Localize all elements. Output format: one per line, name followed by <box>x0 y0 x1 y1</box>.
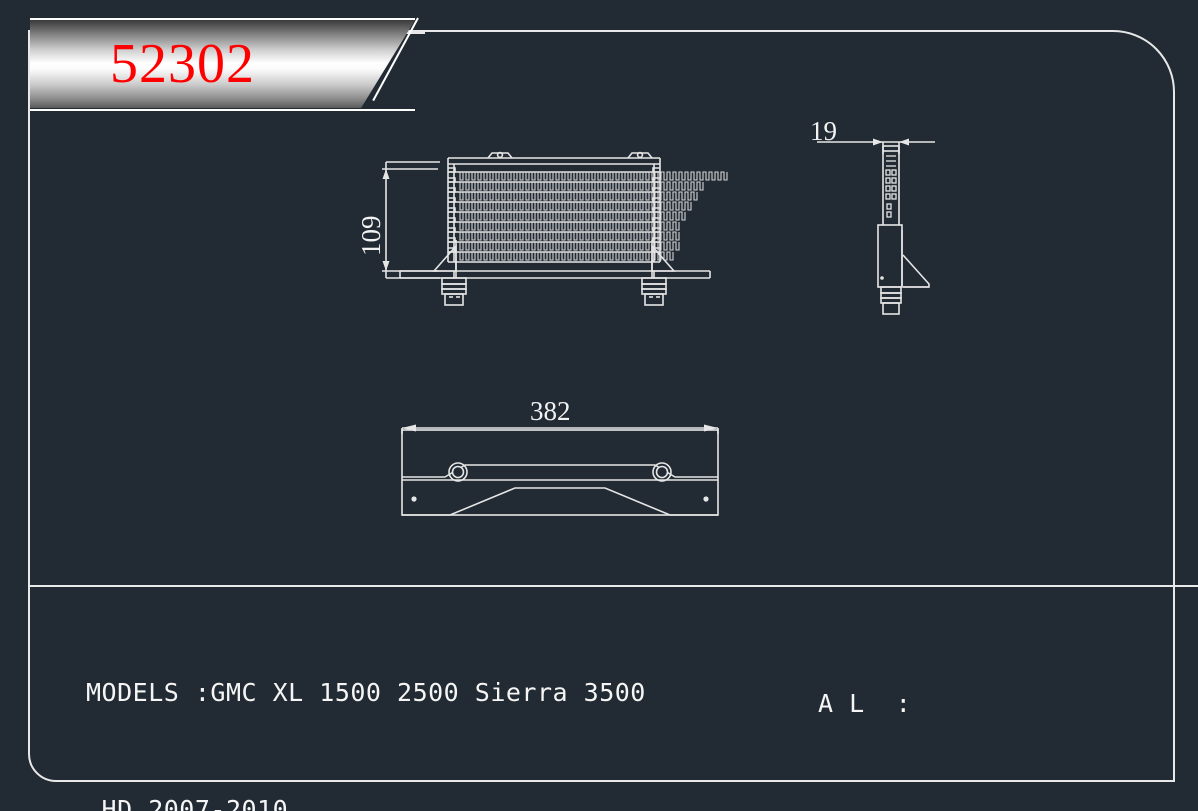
top-plan-view: 382 <box>390 396 730 530</box>
side-profile-view: 19 <box>795 116 975 320</box>
specs-right-block: A L : DPI : OEM :918213/20880895 NISSENS… <box>818 606 1145 811</box>
front-elevation-view: 109 <box>356 140 740 320</box>
spec-years-line: HD 2007-2010 <box>86 795 289 811</box>
top-view-width-dimension: 382 <box>530 396 571 426</box>
spec-dpi-line: DPI : <box>818 801 1145 811</box>
spec-models-line: MODELS :GMC XL 1500 2500 Sierra 3500 <box>86 678 646 707</box>
specs-left-block: MODELS :GMC XL 1500 2500 Sierra 3500 HD … <box>86 595 646 811</box>
ribbon-top-edge <box>30 18 415 20</box>
part-number-ribbon: 52302 <box>30 17 419 111</box>
front-view-geometry <box>382 151 728 306</box>
side-view-width-dimension: 19 <box>810 116 837 146</box>
spec-al-line: A L : <box>818 689 912 718</box>
side-view-geometry <box>817 138 935 315</box>
title-block-divider <box>28 585 1198 587</box>
part-number-label: 52302 <box>110 33 255 95</box>
technical-drawing-canvas: 52302 109 19 382 MODELS:GMC XL 1500 250… <box>0 0 1198 811</box>
front-view-height-dimension: 109 <box>356 215 386 257</box>
ribbon-bottom-edge <box>30 109 415 111</box>
